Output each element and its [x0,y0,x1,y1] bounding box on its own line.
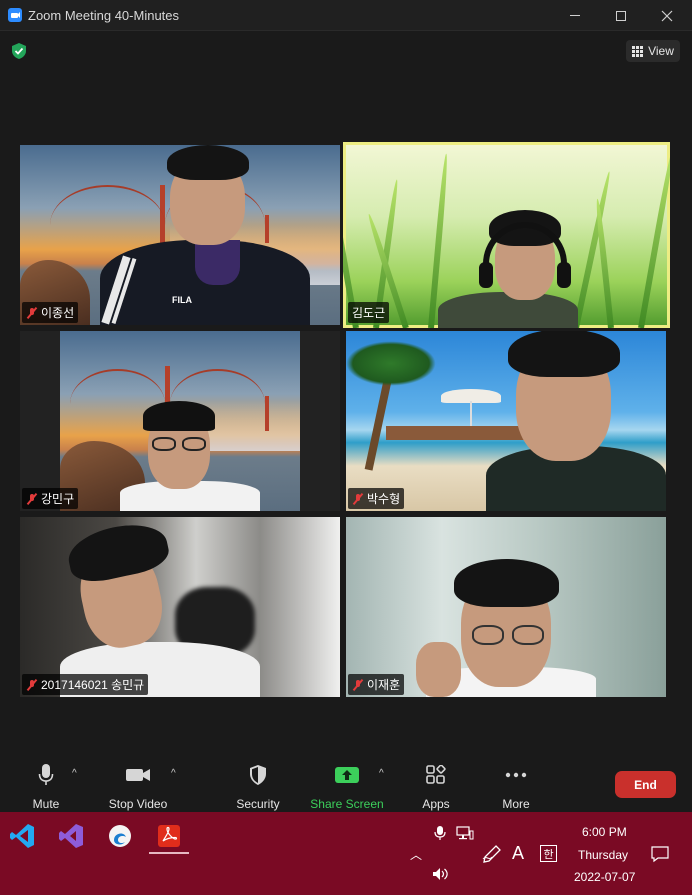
clock-time[interactable]: 6:00 PM [582,825,627,839]
share-screen-button[interactable]: Share Screen [310,752,384,812]
maximize-button[interactable] [598,0,644,31]
view-button[interactable]: View [626,40,680,62]
video-tile-6[interactable]: 이재훈 [346,517,666,697]
muted-mic-icon [26,307,38,319]
apps-icon [426,765,446,784]
vscode-icon[interactable] [8,822,36,850]
grid-view-icon [632,45,644,57]
participant-nametag: 2017146021 송민규 [22,674,149,695]
security-label: Security [236,797,280,811]
video-tile-3[interactable]: 강민구 [20,331,340,511]
muted-mic-icon [26,493,38,505]
video-tile-5[interactable]: 2017146021 송민규 [20,517,340,697]
tray-microphone-icon[interactable] [434,825,446,841]
participant-name: 이종선 [41,306,75,320]
participant-nametag: 이재훈 [348,674,405,695]
show-hidden-icons-chevron-up-icon[interactable]: ︿ [410,846,422,863]
encryption-shield-icon[interactable] [10,42,28,60]
clock-date[interactable]: 2022-07-07 [574,870,635,884]
participant-name: 김도근 [352,306,386,320]
more-dots-icon [505,772,527,778]
minimize-button[interactable] [552,0,598,31]
participant-nametag: 김도근 [348,302,390,323]
stop-video-label: Stop Video [108,797,168,811]
participant-name: 박수형 [367,492,401,506]
zoom-app-icon [8,8,22,22]
audio-options-chevron-up-icon[interactable]: ^ [72,768,77,779]
share-screen-label: Share Screen [310,797,384,811]
visual-studio-icon[interactable] [57,822,85,850]
windows-taskbar: ︿ A 한 6:00 PM Thursday 2022-07-07 [0,812,692,895]
more-label: More [502,797,530,811]
title-bar: Zoom Meeting 40-Minutes [0,0,692,31]
notification-center-icon[interactable] [651,845,669,863]
apps-button[interactable]: Apps [416,752,456,812]
apps-label: Apps [422,797,450,811]
muted-mic-icon [352,493,364,505]
more-button[interactable]: More [496,752,536,812]
korean-ime-indicator[interactable]: 한 [540,845,557,862]
microphone-icon [38,764,54,785]
close-icon [661,10,673,21]
network-icon[interactable] [456,826,474,840]
clock-day[interactable]: Thursday [578,848,628,862]
pen-ink-icon[interactable] [482,845,502,863]
participant-name: 2017146021 송민규 [41,678,145,692]
minimize-icon [570,15,580,16]
video-tile-4[interactable]: 박수형 [346,331,666,511]
active-app-indicator [149,852,189,854]
close-button[interactable] [644,0,690,31]
meeting-controls-bar: Mute ^ Stop Video ^ Security Share Scree… [0,752,692,812]
participant-nametag: 강민구 [22,488,79,509]
muted-mic-icon [352,679,364,691]
volume-icon[interactable] [432,867,450,881]
edge-beta-icon[interactable] [106,822,134,850]
video-tile-1[interactable]: FILA 이종선 [20,145,340,325]
input-method-indicator[interactable]: A [512,843,524,864]
mute-button[interactable]: Mute [26,752,66,812]
participant-name: 강민구 [41,492,75,506]
video-options-chevron-up-icon[interactable]: ^ [171,768,176,779]
muted-mic-icon [26,679,38,691]
share-screen-arrow-icon [335,767,359,783]
security-button[interactable]: Security [233,752,283,812]
window-title: Zoom Meeting 40-Minutes [28,8,180,23]
participant-name: 이재훈 [367,678,401,692]
participant-nametag: 이종선 [22,302,79,323]
stop-video-button[interactable]: Stop Video [106,752,170,812]
share-options-chevron-up-icon[interactable]: ^ [379,768,384,779]
video-tile-2-active-speaker[interactable]: 김도근 [343,142,670,328]
maximize-icon [616,10,626,21]
view-label: View [648,44,674,58]
video-camera-icon [126,769,150,781]
security-shield-icon [250,765,266,785]
mute-label: Mute [32,797,60,811]
shirt-logo: FILA [172,295,192,305]
korean-ime-label: 한 [543,848,554,861]
end-meeting-button[interactable]: End [615,771,676,798]
acrobat-icon[interactable] [155,822,183,850]
participant-nametag: 박수형 [348,488,405,509]
